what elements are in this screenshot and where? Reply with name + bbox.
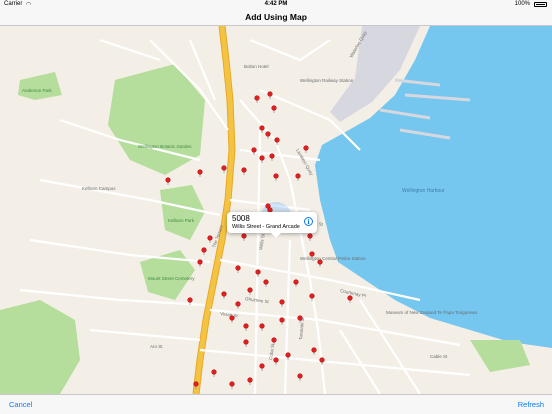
map-label: Wellington Harbour bbox=[402, 188, 445, 194]
map-label: Aro St bbox=[150, 344, 163, 349]
stop-number: 5008 bbox=[232, 214, 250, 223]
bottom-toolbar: Cancel Refresh bbox=[0, 394, 552, 414]
battery-percentage: 100% bbox=[514, 1, 530, 7]
map-label: Kelburn Park bbox=[168, 218, 195, 223]
map-label: Cable St bbox=[430, 354, 448, 359]
status-time: 4:42 PM bbox=[264, 1, 288, 7]
map-label: Anderson Park bbox=[22, 88, 53, 93]
status-bar: Carrier ◠ 4:42 PM 100% bbox=[0, 0, 552, 9]
map-label: Bolton Hotel bbox=[244, 64, 269, 69]
battery-icon bbox=[534, 2, 547, 7]
map-label: Wellington Botanic Garden bbox=[138, 144, 192, 149]
navigation-bar: Add Using Map bbox=[0, 9, 552, 26]
page-title: Add Using Map bbox=[245, 12, 307, 22]
map-view[interactable]: Bolton Hotel Anderson Park Wellington Bo… bbox=[0, 26, 552, 394]
cancel-button[interactable]: Cancel bbox=[9, 400, 32, 409]
stop-name: Willis Street - Grand Arcade bbox=[232, 224, 300, 230]
refresh-button[interactable]: Refresh bbox=[518, 400, 544, 409]
map-label: Wellington Central Police Station bbox=[300, 256, 366, 261]
map-label: Wellington Railway Station bbox=[300, 78, 354, 83]
map-label: Kelburn Campus bbox=[82, 186, 116, 191]
info-icon[interactable]: i bbox=[304, 217, 313, 226]
stop-callout[interactable]: 5008 Willis Street - Grand Arcade i bbox=[227, 212, 317, 238]
map-label: Museum of New Zealand Te Papa Tongarewa bbox=[386, 310, 477, 315]
map-label: Mount Street Cemetery bbox=[148, 276, 195, 281]
